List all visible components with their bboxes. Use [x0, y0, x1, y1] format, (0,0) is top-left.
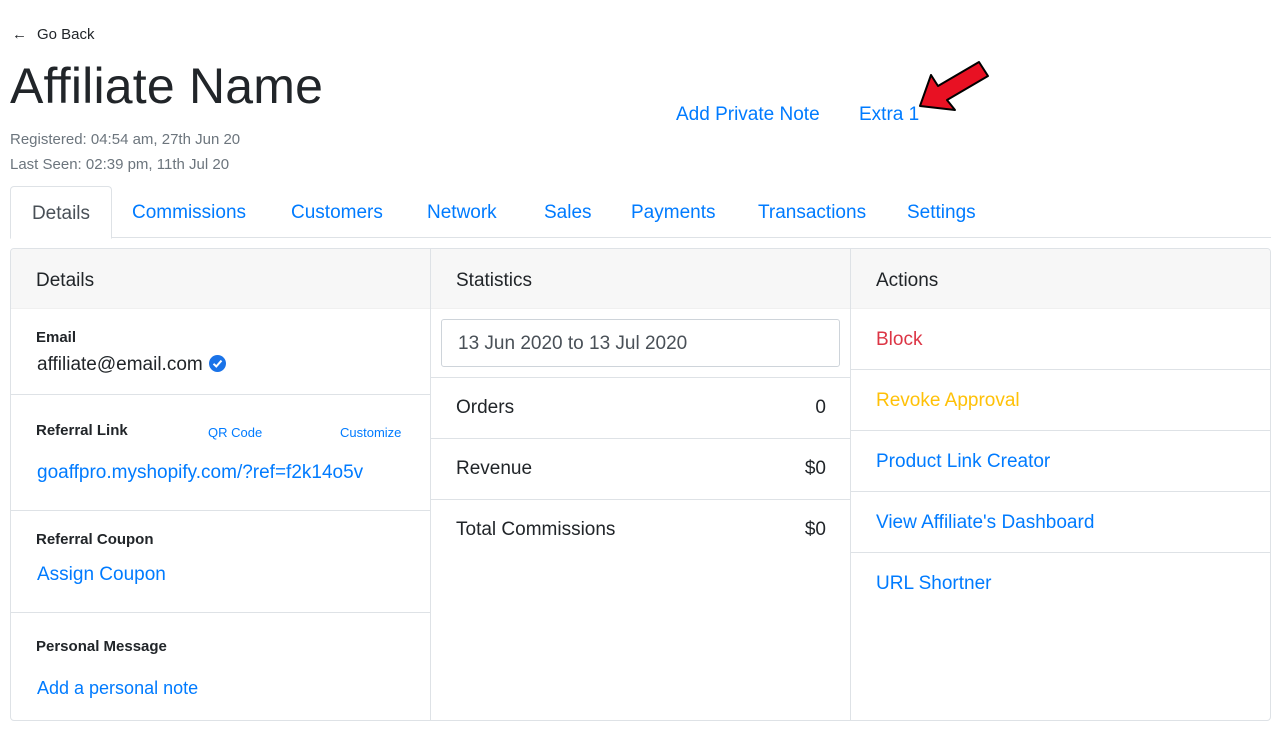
tab-bar: Details Commissions Customers Network Sa…	[10, 186, 1271, 239]
action-revoke-approval[interactable]: Revoke Approval	[851, 370, 1270, 431]
qr-code-link[interactable]: QR Code	[208, 425, 262, 440]
actions-column: Actions Block Revoke Approval Product Li…	[851, 249, 1270, 720]
tab-network[interactable]: Network	[427, 186, 497, 238]
stat-revenue-row: Revenue $0	[431, 438, 850, 499]
action-label: URL Shortner	[876, 573, 992, 594]
email-value: affiliate@email.com	[37, 354, 203, 375]
stat-value: 0	[815, 397, 826, 418]
personal-message-section: Personal Message Add a personal note	[11, 612, 430, 720]
tab-details[interactable]: Details	[10, 186, 112, 239]
extra-link[interactable]: Extra 1	[859, 104, 919, 126]
red-arrow-icon	[919, 61, 989, 111]
referral-link-section: Referral Link QR Code Customize goaffpro…	[11, 394, 430, 510]
last-seen-date: Last Seen: 02:39 pm, 11th Jul 20	[10, 156, 230, 173]
tab-payments[interactable]: Payments	[631, 186, 715, 238]
referral-link-value[interactable]: goaffpro.myshopify.com/?ref=f2k14o5v	[37, 462, 363, 484]
stat-value: $0	[804, 458, 826, 479]
registered-date: Registered: 04:54 am, 27th Jun 20	[10, 131, 241, 148]
details-column: Details Email affiliate@email.com Referr…	[11, 249, 431, 720]
referral-coupon-section: Referral Coupon Assign Coupon	[11, 510, 430, 612]
add-private-note-link[interactable]: Add Private Note	[676, 104, 820, 126]
page-title: Affiliate Name	[10, 58, 324, 114]
actions-header: Actions	[851, 249, 1270, 309]
referral-coupon-label: Referral Coupon	[36, 531, 154, 548]
action-view-dashboard[interactable]: View Affiliate's Dashboard	[851, 492, 1270, 553]
customize-link[interactable]: Customize	[340, 425, 401, 440]
stat-orders-row: Orders 0	[431, 377, 850, 438]
tab-customers[interactable]: Customers	[291, 186, 383, 238]
action-label: Revoke Approval	[876, 390, 1020, 411]
action-product-link-creator[interactable]: Product Link Creator	[851, 431, 1270, 492]
tab-sales[interactable]: Sales	[544, 186, 592, 238]
go-back-label: Go Back	[37, 25, 95, 43]
stat-label: Revenue	[456, 458, 533, 479]
stat-commissions-row: Total Commissions $0	[431, 499, 850, 560]
go-back-link[interactable]: ← Go Back	[12, 24, 95, 44]
statistics-header: Statistics	[431, 249, 850, 309]
email-section: Email affiliate@email.com	[11, 309, 430, 394]
add-personal-note-link[interactable]: Add a personal note	[37, 678, 198, 699]
tab-commissions[interactable]: Commissions	[132, 186, 246, 238]
affiliate-card: Details Email affiliate@email.com Referr…	[10, 248, 1271, 721]
action-label: Block	[876, 329, 923, 350]
assign-coupon-link[interactable]: Assign Coupon	[37, 564, 166, 586]
date-range-input[interactable]: 13 Jun 2020 to 13 Jul 2020	[441, 319, 840, 367]
stat-value: $0	[804, 519, 826, 540]
referral-link-label: Referral Link	[36, 422, 128, 439]
tab-settings[interactable]: Settings	[907, 186, 976, 238]
action-url-shortner[interactable]: URL Shortner	[851, 553, 1270, 614]
stat-label: Orders	[456, 397, 515, 418]
verified-check-icon	[208, 355, 226, 372]
action-label: View Affiliate's Dashboard	[876, 512, 1095, 533]
statistics-column: Statistics 13 Jun 2020 to 13 Jul 2020 Or…	[431, 249, 851, 720]
email-value-wrap: affiliate@email.com	[37, 354, 226, 376]
personal-message-label: Personal Message	[36, 638, 167, 655]
action-label: Product Link Creator	[876, 451, 1051, 472]
tab-transactions[interactable]: Transactions	[758, 186, 866, 238]
arrow-left-icon: ←	[12, 25, 27, 43]
stat-label: Total Commissions	[456, 519, 616, 540]
details-header: Details	[11, 249, 430, 309]
action-block[interactable]: Block	[851, 309, 1270, 370]
email-label: Email	[36, 329, 77, 346]
